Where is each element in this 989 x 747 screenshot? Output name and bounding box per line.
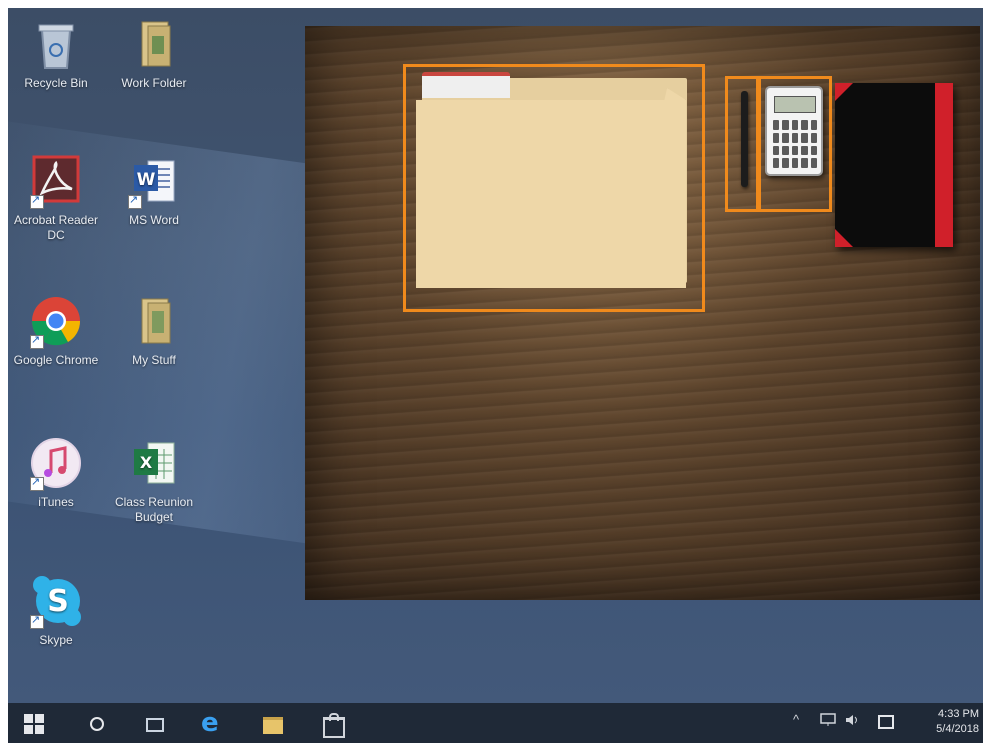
store-icon[interactable] — [320, 711, 345, 738]
shortcut-arrow-icon — [30, 193, 44, 209]
show-hidden-icons-chevron-icon[interactable]: ^ — [793, 712, 799, 727]
notebook-corner — [835, 229, 853, 247]
svg-text:S: S — [47, 584, 69, 619]
word-icon: W — [126, 153, 182, 209]
folder-highlight-box — [403, 64, 705, 312]
desktop-icon-label: iTunes — [38, 495, 74, 509]
edge-icon[interactable]: e — [201, 710, 225, 736]
system-clock[interactable]: 4:33 PM 5/4/2018 — [913, 707, 979, 737]
itunes-icon — [28, 435, 84, 491]
desktop-icon-recycle-bin[interactable]: Recycle Bin — [10, 16, 102, 91]
desktop-icon-label: Skype — [39, 633, 73, 647]
network-icon[interactable] — [820, 713, 836, 730]
shortcut-arrow-icon — [30, 613, 44, 629]
desktop-icon-skype[interactable]: S Skype — [10, 573, 102, 648]
desk-wallpaper — [305, 26, 980, 600]
desktop-icon-my-stuff[interactable]: My Stuff — [108, 293, 200, 368]
clock-time: 4:33 PM — [938, 708, 979, 720]
excel-icon: X — [126, 435, 182, 491]
windows-logo-pane — [35, 725, 44, 734]
notebook-corner — [835, 83, 853, 101]
desktop-icon-label: MS Word — [129, 213, 179, 227]
windows-logo-pane — [35, 714, 44, 723]
desktop-icon-label: Google Chrome — [13, 353, 99, 367]
windows-logo-pane — [24, 725, 33, 734]
volume-icon[interactable] — [844, 713, 862, 730]
desktop-icon-ms-word[interactable]: W MS Word — [108, 153, 200, 228]
desktop-icon-label: Work Folder — [121, 76, 187, 90]
folder-icon — [126, 293, 182, 349]
shortcut-arrow-icon — [30, 333, 44, 349]
shortcut-arrow-icon — [128, 193, 142, 209]
desktop-icon-label: My Stuff — [132, 353, 176, 367]
desktop-icon-itunes[interactable]: iTunes — [10, 435, 102, 510]
windows-logo-icon — [24, 714, 33, 723]
desktop-icon-label: Recycle Bin — [24, 76, 88, 90]
chrome-icon — [28, 293, 84, 349]
notebook-icon[interactable] — [835, 83, 953, 247]
folder-icon — [126, 16, 182, 72]
file-explorer-icon[interactable] — [261, 711, 285, 735]
desktop-icon-work-folder[interactable]: Work Folder — [108, 16, 200, 91]
task-view-button[interactable] — [142, 711, 166, 735]
notebook-spine — [935, 83, 953, 247]
recycle-bin-icon — [28, 16, 84, 72]
desktop-icon-label: Class Reunion Budget — [114, 495, 194, 524]
shortcut-arrow-icon — [30, 475, 44, 491]
start-button[interactable] — [24, 714, 44, 734]
svg-text:X: X — [140, 453, 153, 472]
svg-text:W: W — [137, 170, 156, 190]
desktop-icon-chrome[interactable]: Google Chrome — [10, 293, 102, 368]
desktop-icon-acrobat[interactable]: Acrobat Reader DC — [10, 153, 102, 243]
taskbar: e ^ 4:33 PM 5/4/2018 — [8, 703, 983, 743]
calculator-highlight-box — [756, 76, 832, 212]
desktop-icon-label: Acrobat Reader DC — [13, 213, 99, 242]
cortana-search-button[interactable] — [85, 711, 109, 735]
acrobat-icon — [28, 153, 84, 209]
action-center-icon[interactable] — [878, 715, 894, 729]
desktop-icon-class-reunion-budget[interactable]: X Class Reunion Budget — [108, 435, 200, 525]
clock-date: 5/4/2018 — [936, 723, 979, 735]
skype-icon: S — [28, 573, 84, 629]
desktop: Recycle Bin Acrobat Reader DC Google Chr… — [8, 8, 983, 703]
